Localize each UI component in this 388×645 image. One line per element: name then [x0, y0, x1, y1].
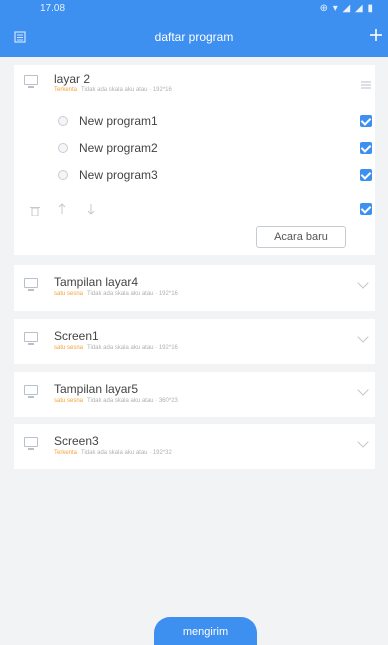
screen-icon	[24, 437, 38, 450]
move-up-icon[interactable]	[58, 202, 66, 214]
new-program-button[interactable]: Acara baru	[256, 226, 346, 248]
program-name: New program2	[79, 141, 158, 155]
move-down-icon[interactable]	[87, 202, 95, 215]
screen-meta: satu sesna Tidak ada skala aku atau · 360…	[54, 398, 178, 404]
list-options-icon[interactable]	[361, 77, 371, 89]
screen-status: satu sesna	[54, 398, 84, 404]
screen-card[interactable]: Screen3 Terkenta Tidak ada skala aku atau…	[14, 424, 375, 469]
screen-name: Screen3	[54, 434, 99, 448]
page-title: daftar program	[154, 30, 234, 44]
screen-card[interactable]: Screen1 satu sesna Tidak ada skala aku at…	[14, 319, 375, 364]
screen-info: Tidak ada skala aku atau · 192*16	[87, 345, 178, 351]
screen-card[interactable]: Tampilan layar4 satu sesna Tidak ada skal…	[14, 265, 375, 311]
screen-name: layar 2	[54, 72, 91, 86]
chevron-down-icon[interactable]	[357, 384, 369, 396]
screen-info: Tidak ada skala aku atau · 192*16	[81, 87, 172, 93]
screen-info: Tidak ada skala aku atau · 360*23	[87, 398, 178, 404]
screen-status: Terkenta	[54, 450, 78, 456]
checkbox-checked-icon[interactable]	[360, 142, 372, 154]
program-name: New program1	[79, 114, 158, 128]
program-row[interactable]: New program2	[14, 137, 375, 161]
screen-meta: satu sesna Tidak ada skala aku atau · 192…	[54, 291, 178, 297]
screen-icon	[24, 278, 38, 291]
screen-icon	[24, 332, 38, 345]
add-icon[interactable]	[369, 28, 383, 42]
screen-name: Tampilan layar4	[54, 275, 139, 289]
program-row[interactable]: New program1	[14, 110, 375, 134]
screen-info: Tidak ada skala aku atau · 192*32	[81, 450, 172, 456]
screen-icon	[24, 75, 38, 88]
screen-status: satu sesna	[54, 291, 84, 297]
status-bar: 17.08 ⊕ ▾ ◢ ◢ ▮	[0, 0, 388, 20]
status-indicators: ⊕ ▾ ◢ ◢ ▮	[319, 3, 374, 14]
checkbox-checked-icon[interactable]	[360, 169, 372, 181]
screen-name: Tampilan layar5	[54, 382, 139, 396]
screen-icon	[24, 385, 38, 398]
chevron-down-icon[interactable]	[357, 331, 369, 343]
program-name: New program3	[79, 168, 158, 182]
screen-meta: satu sesna Tidak ada skala aku atau · 192…	[54, 345, 178, 351]
chevron-down-icon[interactable]	[357, 277, 369, 289]
screen-status: Terkenta	[54, 87, 78, 93]
select-all-checkbox-icon[interactable]	[360, 203, 372, 215]
screen-meta: Terkenta Tidak ada skala aku atau · 192*3…	[54, 450, 172, 456]
program-radio-icon[interactable]	[58, 143, 68, 153]
program-radio-icon[interactable]	[58, 170, 68, 180]
send-button[interactable]: mengirim	[154, 617, 257, 645]
screen-name: Screen1	[54, 329, 99, 343]
screen-status: satu sesna	[54, 345, 84, 351]
status-time: 17.08	[40, 3, 66, 14]
program-radio-icon[interactable]	[58, 116, 68, 126]
screen-meta: Terkenta Tidak ada skala aku atau · 192*1…	[54, 87, 172, 93]
screen-info: Tidak ada skala aku atau · 192*16	[87, 291, 178, 297]
chevron-down-icon[interactable]	[357, 436, 369, 448]
app-header: 17.08 ⊕ ▾ ◢ ◢ ▮ daftar program	[0, 0, 388, 57]
checkbox-checked-icon[interactable]	[360, 115, 372, 127]
delete-icon[interactable]	[30, 203, 40, 217]
program-row[interactable]: New program3	[14, 164, 375, 188]
screen-card[interactable]: Tampilan layar5 satu sesna Tidak ada skal…	[14, 372, 375, 417]
